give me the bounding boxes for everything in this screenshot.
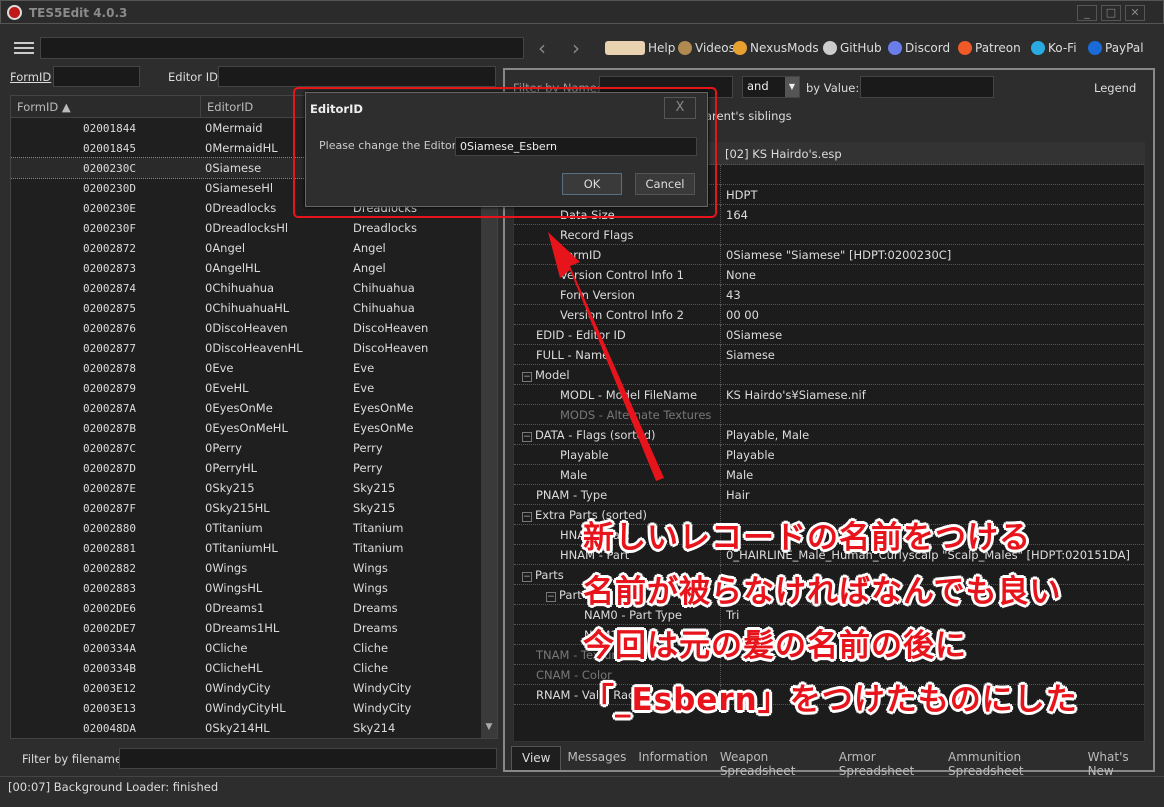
annotation-line: 「_Esbern」をつけたものにした <box>583 682 1078 718</box>
arrow-shape <box>548 232 664 481</box>
annotation-line: 新しいレコードの名前をつける <box>583 520 1031 556</box>
annotation-line: 今回は元の髪の名前の後に <box>583 628 967 664</box>
annotation-line: 名前が被らなければなんでも良い <box>583 574 1062 610</box>
